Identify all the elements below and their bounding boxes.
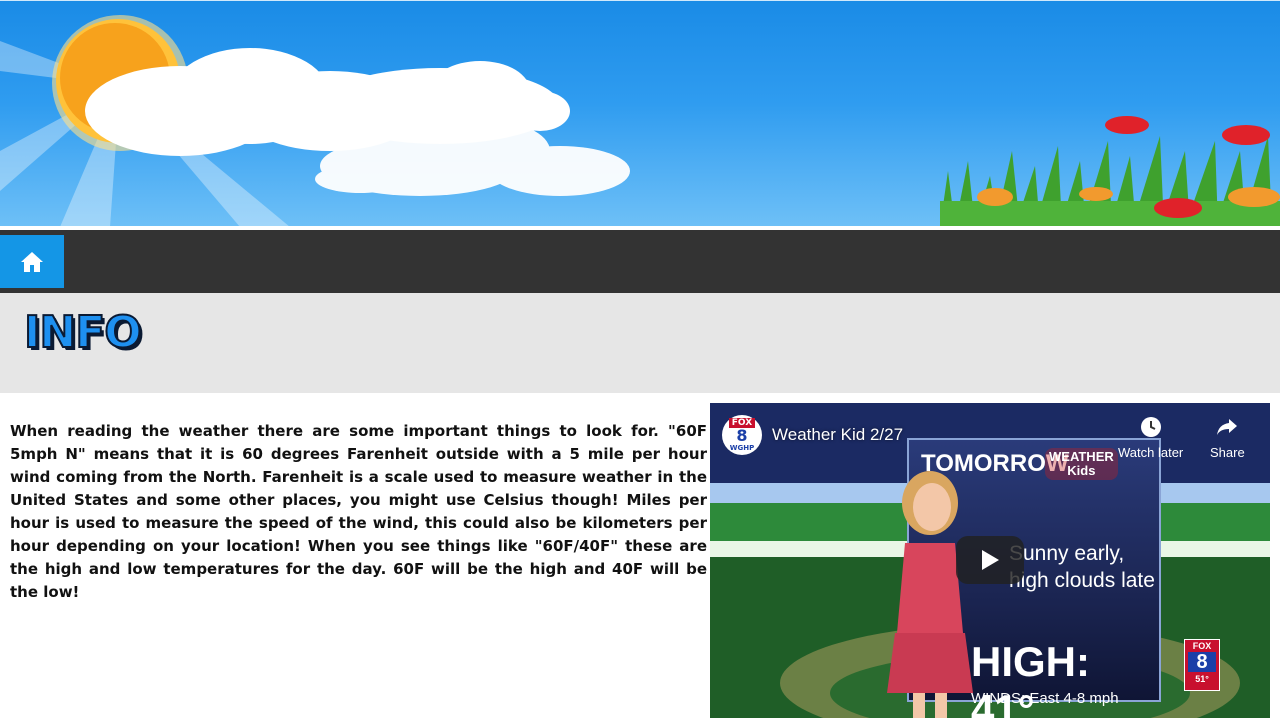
play-button[interactable] bbox=[956, 536, 1024, 584]
watch-later-button[interactable]: Watch later bbox=[1118, 415, 1183, 460]
channel-avatar[interactable]: FOX 8 WGHP bbox=[722, 415, 762, 455]
corner-temperature: 51° bbox=[1195, 674, 1209, 684]
corner-channel-number: 8 bbox=[1188, 652, 1216, 672]
play-icon bbox=[982, 550, 999, 570]
info-paragraph: When reading the weather there are some … bbox=[10, 422, 707, 601]
weather-kids-logo-subtext: Kids bbox=[1067, 463, 1096, 478]
share-label: Share bbox=[1210, 445, 1245, 460]
video-title[interactable]: Weather Kid 2/27 bbox=[772, 425, 903, 445]
fox8-corner-logo: FOX 8 51° bbox=[1184, 639, 1220, 691]
share-icon bbox=[1215, 415, 1239, 439]
weather-kids-logo: WEATHER Kids bbox=[1045, 448, 1118, 480]
title-band: INFO bbox=[0, 293, 1280, 393]
header-banner bbox=[0, 0, 1280, 227]
home-button[interactable] bbox=[0, 235, 64, 288]
share-button[interactable]: Share bbox=[1210, 415, 1245, 460]
sky-banner-illustration bbox=[0, 15, 1280, 227]
forecast-description: Sunny early, high clouds late bbox=[1009, 542, 1155, 592]
weather-kid-presenter bbox=[887, 471, 973, 718]
page-title: INFO bbox=[23, 306, 143, 359]
channel-call-sign: WGHP bbox=[729, 444, 755, 452]
channel-number: 8 bbox=[736, 426, 748, 445]
clock-icon bbox=[1139, 415, 1163, 439]
forecast-winds: WINDS: East 4-8 mph bbox=[971, 690, 1119, 707]
weather-kids-logo-text: WEATHER bbox=[1049, 449, 1114, 464]
watch-later-label: Watch later bbox=[1118, 445, 1184, 460]
main-navigation bbox=[0, 230, 1280, 293]
video-player[interactable]: TOMORROW WEATHER Kids Sunny early, high … bbox=[710, 403, 1270, 718]
home-icon bbox=[21, 251, 43, 272]
